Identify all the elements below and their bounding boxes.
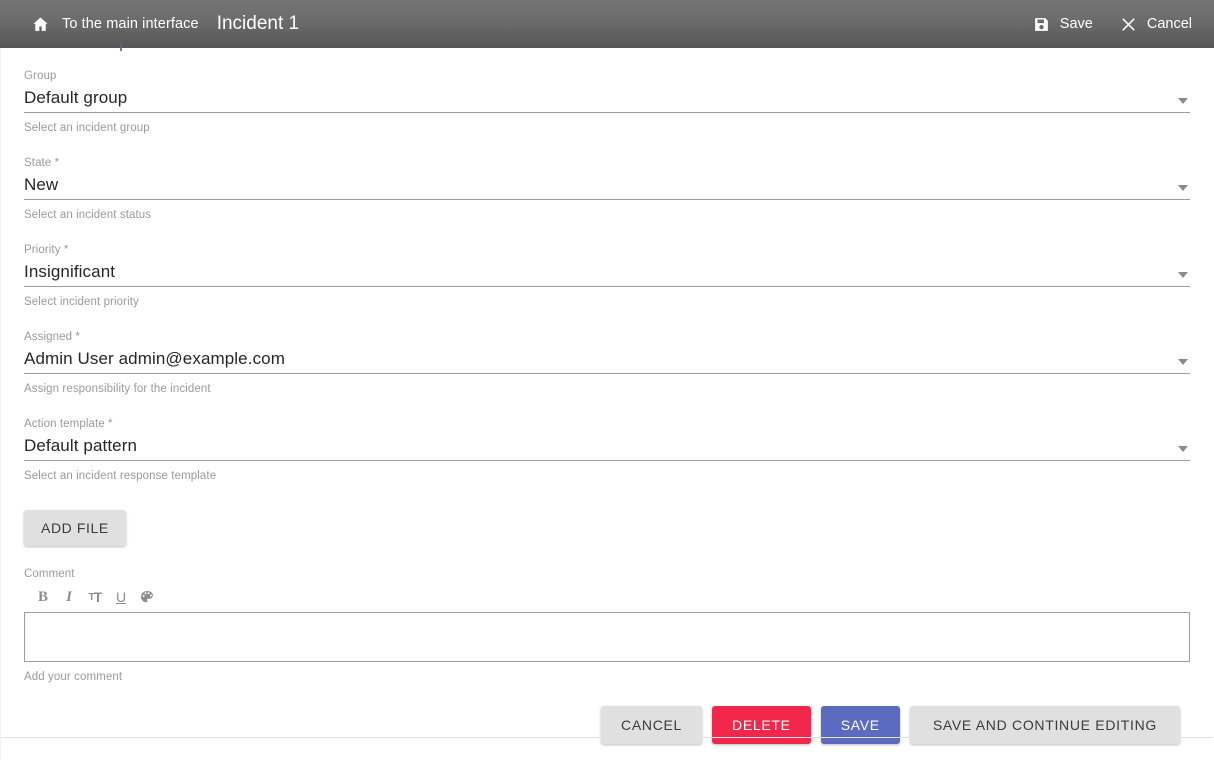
font-size-icon[interactable]: TT — [84, 586, 106, 608]
field-action-template-label: Action template * — [24, 418, 113, 430]
floppy-disk-save-icon — [1032, 15, 1051, 34]
field-assigned-label: Assigned * — [24, 331, 80, 343]
form-content: Group Default group Select an incident g… — [0, 44, 1214, 744]
field-action-template: Action template * Default pattern Select… — [24, 396, 1190, 483]
field-state-hint: Select an incident status — [24, 209, 152, 221]
add-file-button[interactable]: ADD FILE — [24, 510, 126, 546]
italic-icon[interactable]: I — [58, 586, 80, 608]
header-left-group: To the main interface Incident 1 — [0, 13, 299, 35]
field-assigned-value: Admin User admin@example.com — [24, 349, 285, 368]
header-cancel-label: Cancel — [1146, 16, 1192, 32]
chevron-down-icon[interactable] — [1178, 446, 1188, 452]
underline-icon[interactable]: U — [110, 586, 132, 608]
incident-form-page: Group Default group Select an incident g… — [0, 44, 1214, 760]
chevron-down-icon[interactable] — [1178, 185, 1188, 191]
header-actions: Save Cancel — [1006, 15, 1214, 34]
main-interface-link[interactable]: To the main interface — [62, 16, 199, 32]
comment-input[interactable] — [24, 612, 1190, 662]
field-assigned-hint: Assign responsibility for the incident — [24, 383, 211, 395]
field-priority-hint: Select incident priority — [24, 296, 139, 308]
comment-hint: Add your comment — [24, 671, 123, 683]
bold-icon[interactable]: B — [32, 586, 54, 608]
header-save-label: Save — [1059, 16, 1093, 32]
rich-text-toolbar: B I TT U — [32, 585, 1190, 609]
field-state-value: New — [24, 175, 59, 194]
field-group: Group Default group Select an incident g… — [24, 48, 1190, 135]
field-assigned-select[interactable]: Admin User admin@example.com — [24, 346, 1190, 374]
page-bottom-divider — [1, 737, 1213, 738]
field-group-label: Group — [24, 70, 57, 82]
field-priority-value: Insignificant — [24, 262, 116, 281]
header-cancel-button[interactable]: Cancel — [1119, 15, 1192, 34]
field-group-hint: Select an incident group — [24, 122, 150, 134]
app-header: To the main interface Incident 1 Save Ca… — [0, 0, 1214, 48]
home-icon[interactable] — [30, 14, 50, 34]
delete-button[interactable]: DELETE — [712, 706, 811, 744]
save-button[interactable]: SAVE — [820, 706, 900, 744]
page-title: Incident 1 — [216, 13, 300, 34]
header-save-button[interactable]: Save — [1032, 15, 1093, 34]
field-state: State * New Select an incident status — [24, 135, 1190, 222]
add-file-section: ADD FILE — [24, 483, 1190, 546]
close-x-icon — [1119, 15, 1138, 34]
color-palette-icon[interactable] — [136, 586, 158, 608]
field-group-select[interactable]: Default group — [24, 85, 1190, 113]
form-footer-actions: CANCEL DELETE SAVE SAVE AND CONTINUE EDI… — [24, 684, 1190, 744]
field-state-select[interactable]: New — [24, 172, 1190, 200]
field-assigned: Assigned * Admin User admin@example.com … — [24, 309, 1190, 396]
comment-section: Comment B I TT U Add your comment — [24, 546, 1190, 684]
save-and-continue-editing-button[interactable]: SAVE AND CONTINUE EDITING — [909, 706, 1180, 744]
chevron-down-icon[interactable] — [1178, 272, 1188, 278]
field-priority-label: Priority * — [24, 244, 69, 256]
chevron-down-icon[interactable] — [1178, 359, 1188, 365]
field-group-value: Default group — [24, 88, 128, 107]
field-action-template-value: Default pattern — [24, 436, 138, 455]
cancel-button[interactable]: CANCEL — [601, 706, 703, 744]
field-priority: Priority * Insignificant Select incident… — [24, 222, 1190, 309]
field-action-template-hint: Select an incident response template — [24, 470, 217, 482]
field-state-label: State * — [24, 157, 60, 169]
field-priority-select[interactable]: Insignificant — [24, 259, 1190, 287]
chevron-down-icon[interactable] — [1178, 98, 1188, 104]
comment-label: Comment — [24, 568, 75, 580]
field-action-template-select[interactable]: Default pattern — [24, 433, 1190, 461]
